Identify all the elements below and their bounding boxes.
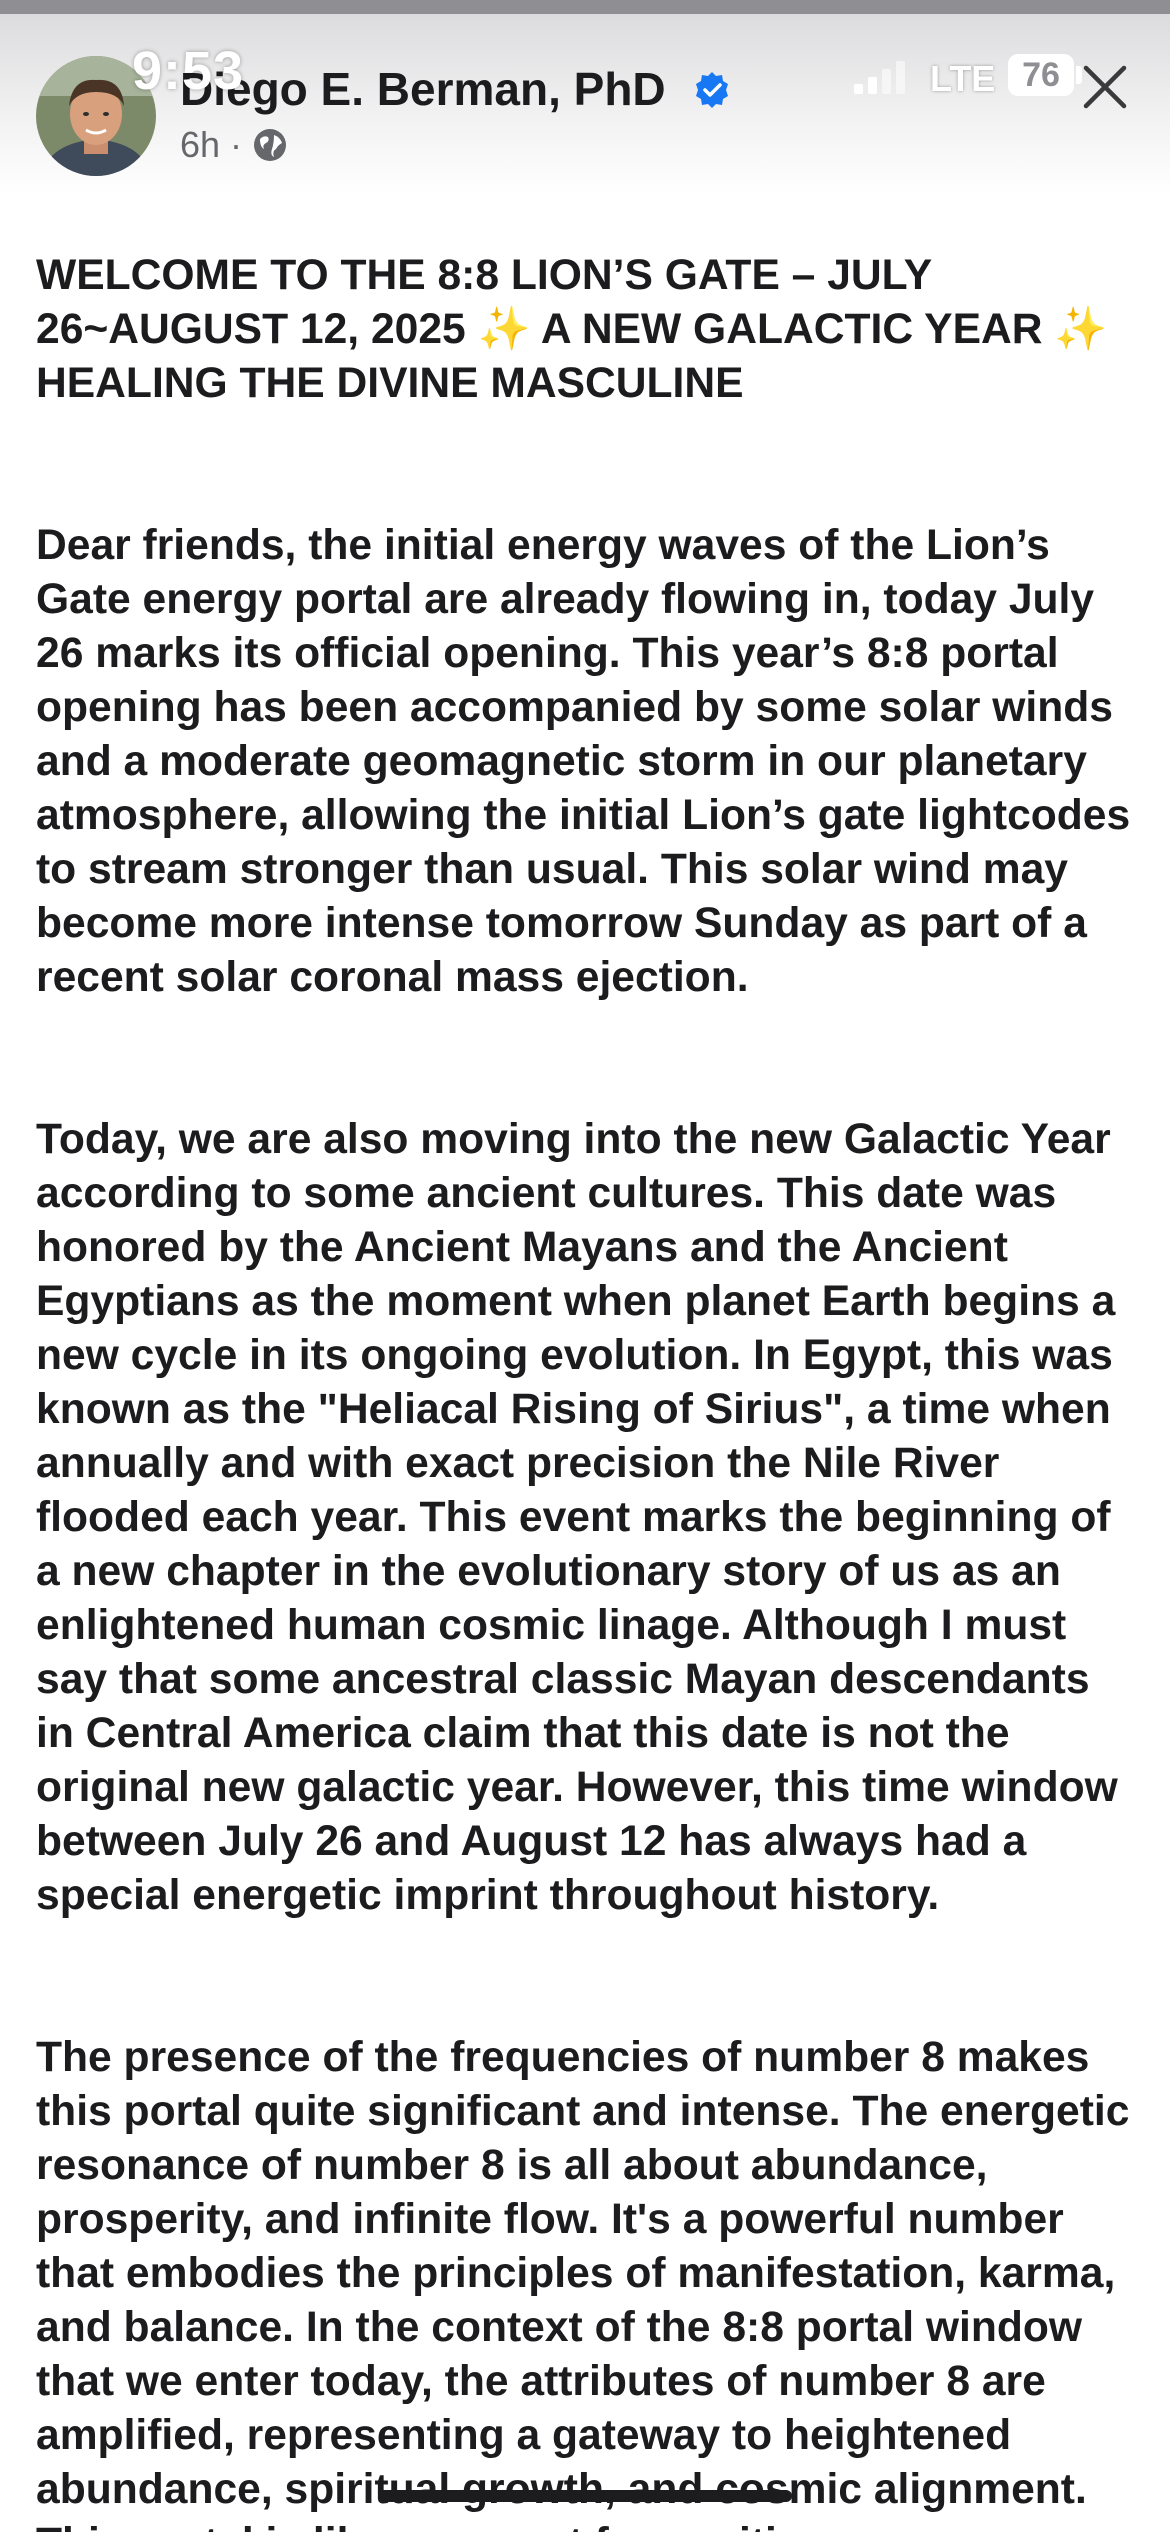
network-type: LTE	[930, 58, 996, 99]
post-time-ago[interactable]: 6h	[180, 124, 220, 166]
post-paragraph-2: Today, we are also moving into the new G…	[36, 1115, 1118, 1919]
post-title: WELCOME TO THE 8:8 LION’S GATE – JULY 26…	[36, 251, 1108, 407]
post-paragraph-3: The presence of the frequencies of numbe…	[36, 2033, 1130, 2532]
globe-icon	[254, 129, 287, 161]
meta-separator: ·	[230, 124, 243, 165]
close-icon[interactable]	[1080, 62, 1130, 112]
home-indicator[interactable]	[378, 2490, 792, 2502]
battery-indicator: 76	[1008, 54, 1074, 96]
post-meta: 6h ·	[180, 124, 288, 166]
verified-badge-icon	[696, 72, 728, 108]
post-body: WELCOME TO THE 8:8 LION’S GATE – JULY 26…	[36, 194, 1136, 2532]
cellular-signal-icon	[854, 61, 905, 94]
top-edge-bar	[0, 0, 1170, 14]
post-author-name[interactable]: Diego E. Berman, PhD	[180, 62, 666, 116]
post-paragraph-1: Dear friends, the initial energy waves o…	[36, 521, 1131, 1001]
status-bar-time: 9:53	[132, 41, 245, 101]
